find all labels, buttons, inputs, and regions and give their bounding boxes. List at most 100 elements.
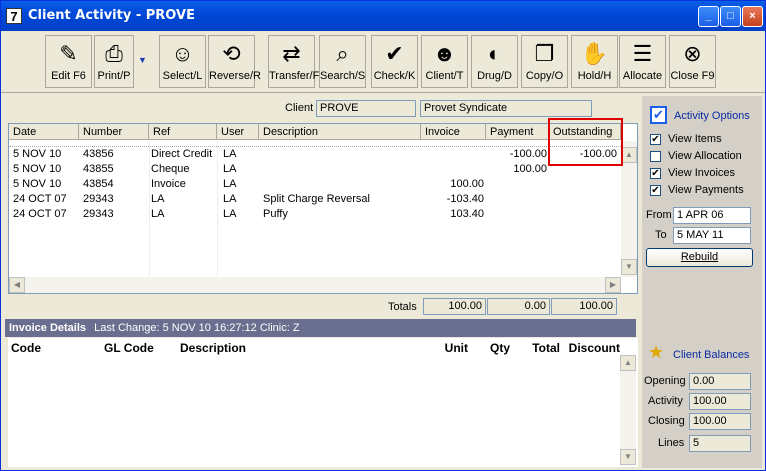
to-date-field[interactable]: 5 MAY 11 xyxy=(673,227,751,244)
column-header-user[interactable]: User xyxy=(217,124,259,140)
window-close-button[interactable]: × xyxy=(742,6,763,27)
cell-ref: Invoice xyxy=(151,178,186,190)
hold-button[interactable]: ✋ Hold/H xyxy=(571,35,618,88)
checkbox-label[interactable]: View Allocation xyxy=(668,150,742,162)
last-change-text: Last Change: 5 NOV 10 16:27:12 Clinic: Z xyxy=(94,322,300,334)
column-header-description[interactable]: Description xyxy=(259,124,421,140)
opening-value: 0.00 xyxy=(689,373,751,390)
client-activity-window: 7 Client Activity - PROVE _ □ × ✎ Edit F6… xyxy=(0,0,766,471)
table-row[interactable]: 24 OCT 07 29343 LA LA Puffy 103.40 xyxy=(9,207,621,222)
table-row[interactable]: 24 OCT 07 29343 LA LA Split Charge Reversal -… xyxy=(9,192,621,207)
details-header-gl-code: GL Code xyxy=(104,341,154,355)
rebuild-button[interactable]: Rebuild xyxy=(646,248,753,267)
checkbox-label[interactable]: View Payments xyxy=(668,184,744,196)
cell-date: 5 NOV 10 xyxy=(13,148,62,160)
cell-description: Split Charge Reversal xyxy=(263,193,370,205)
toolbar-button-label: Search/S xyxy=(320,70,366,82)
check-button[interactable]: ✔ Check/K xyxy=(371,35,418,88)
app-icon: 7 xyxy=(6,8,22,24)
cell-ref: LA xyxy=(151,193,165,205)
close-button[interactable]: ⊗ Close F9 xyxy=(669,35,716,88)
client-code-field: PROVE xyxy=(316,100,416,117)
cell-ref: LA xyxy=(151,208,165,220)
search-button[interactable]: ⌕ Search/S xyxy=(319,35,366,88)
cell-date: 24 OCT 07 xyxy=(13,193,67,205)
scroll-down-arrow-icon[interactable]: ▼ xyxy=(621,259,637,275)
column-header-payment[interactable]: Payment xyxy=(486,124,549,140)
checkbox-view-allocation[interactable] xyxy=(650,151,661,162)
row-separator xyxy=(9,146,621,147)
copy-button[interactable]: ❐ Copy/O xyxy=(521,35,568,88)
hold-icon: ✋ xyxy=(580,41,609,66)
activity-vertical-scrollbar[interactable]: ▲ ▼ xyxy=(621,141,637,277)
activity-grid[interactable]: Date Number Ref User Description Invoice Payme… xyxy=(8,123,638,294)
reverse-button[interactable]: ⟲ Reverse/R xyxy=(208,35,261,88)
lines-value: 5 xyxy=(689,435,751,452)
checkbox-label[interactable]: View Invoices xyxy=(668,167,735,179)
scroll-up-arrow-icon[interactable]: ▲ xyxy=(621,147,637,163)
column-divider xyxy=(217,141,218,277)
allocate-button[interactable]: ☰ Allocate xyxy=(619,35,666,88)
total-invoice: 100.00 xyxy=(423,298,486,315)
cell-invoice xyxy=(421,147,484,161)
invoice-details-bar: Invoice Details Last Change: 5 NOV 10 16… xyxy=(5,319,636,337)
column-header-number[interactable]: Number xyxy=(79,124,149,140)
client-button[interactable]: ☻ Client/T xyxy=(421,35,468,88)
cell-invoice: 100.00 xyxy=(450,178,484,190)
title-bar[interactable]: 7 Client Activity - PROVE _ □ × xyxy=(1,1,765,31)
activity-label: Activity xyxy=(648,395,683,407)
client-label: Client xyxy=(285,102,314,114)
toolbar-button-label: Client/T xyxy=(425,70,464,82)
toolbar-button-label: Copy/O xyxy=(525,70,564,82)
total-payment: 0.00 xyxy=(487,298,550,315)
details-scroll-up-arrow-icon[interactable]: ▲ xyxy=(620,355,636,371)
column-header-ref[interactable]: Ref xyxy=(149,124,217,140)
toolbar-button-label: Print/P xyxy=(97,70,131,82)
star-icon: ★ xyxy=(648,342,665,362)
cell-invoice: -103.40 xyxy=(446,193,484,205)
details-scroll-down-arrow-icon[interactable]: ▼ xyxy=(620,449,636,465)
minimize-button[interactable]: _ xyxy=(698,6,719,27)
table-row[interactable]: 5 NOV 10 43855 Cheque LA 100.00 xyxy=(9,162,621,177)
cell-invoice xyxy=(421,162,484,176)
details-header-qty: Qty xyxy=(489,341,510,355)
activity-options-title: Activity Options xyxy=(674,110,750,122)
edit-button[interactable]: ✎ Edit F6 xyxy=(45,35,92,88)
table-row[interactable]: 5 NOV 10 43854 Invoice LA 100.00 xyxy=(9,177,621,192)
checkbox-label[interactable]: View Items xyxy=(668,133,722,145)
scroll-right-arrow-icon[interactable]: ▶ xyxy=(605,277,621,293)
cell-payment: -100.00 xyxy=(509,148,547,160)
column-header-invoice[interactable]: Invoice xyxy=(421,124,486,140)
from-date-field[interactable]: 1 APR 06 xyxy=(673,207,751,224)
drug-icon: ◐ xyxy=(487,41,502,66)
checkbox-view-items[interactable]: ✔ xyxy=(650,134,661,145)
window-title: Client Activity - PROVE xyxy=(28,8,195,23)
scroll-left-arrow-icon[interactable]: ◀ xyxy=(9,277,25,293)
select-button[interactable]: ☺ Select/L xyxy=(159,35,206,88)
cell-ref: Direct Credit xyxy=(151,148,213,160)
cell-user: LA xyxy=(223,148,237,160)
details-header-description: Description xyxy=(180,341,247,355)
checkbox-view-payments[interactable]: ✔ xyxy=(650,185,661,196)
cell-number: 29343 xyxy=(83,208,114,220)
cell-invoice: 103.40 xyxy=(450,208,484,220)
close-icon: ⊗ xyxy=(683,41,702,66)
invoice-details-grid[interactable]: Code GL Code Description Unit Qty Total Discou… xyxy=(8,338,638,467)
invoice-details-header: Invoice Details xyxy=(9,322,87,334)
column-header-date[interactable]: Date xyxy=(9,124,79,140)
totals-label: Totals xyxy=(388,301,417,313)
print-button[interactable]: ⎙ Print/P xyxy=(94,35,134,88)
allocate-icon: ☰ xyxy=(632,41,653,66)
checkbox-view-invoices[interactable]: ✔ xyxy=(650,168,661,179)
maximize-button[interactable]: □ xyxy=(720,6,741,27)
drug-button[interactable]: ◐ Drug/D xyxy=(471,35,518,88)
activity-horizontal-scrollbar[interactable]: ◀ ▶ xyxy=(9,277,621,293)
cell-description xyxy=(263,147,421,161)
cell-number: 29343 xyxy=(83,193,114,205)
print-dropdown-arrow-icon[interactable]: ▼ xyxy=(138,55,150,67)
table-row[interactable]: 5 NOV 10 43856 Direct Credit LA -100.00 -100.… xyxy=(9,147,621,162)
toolbar-button-label: Check/K xyxy=(373,70,416,82)
details-vertical-scrollbar[interactable]: ▲ ▼ xyxy=(620,355,636,465)
cell-number: 43854 xyxy=(83,178,114,190)
transfer-button[interactable]: ⇄ Transfer/F xyxy=(268,35,319,88)
